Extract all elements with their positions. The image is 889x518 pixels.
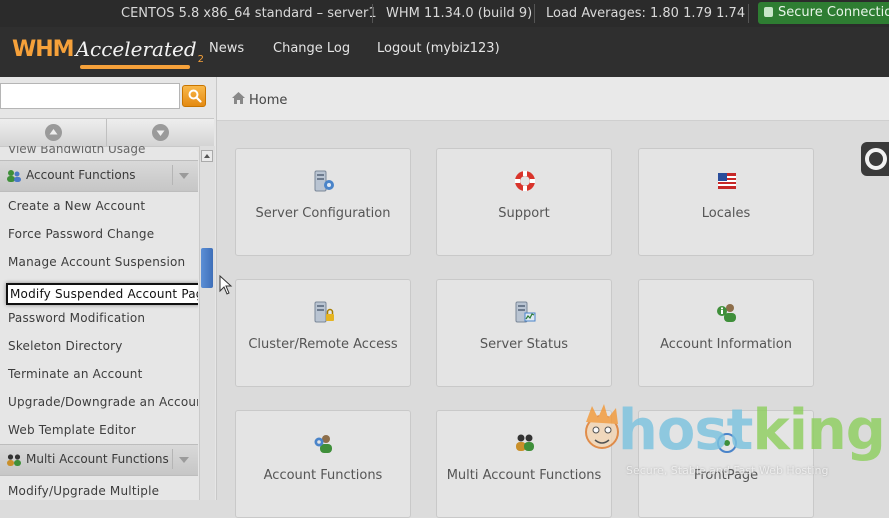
collapse-icon[interactable] bbox=[172, 165, 193, 185]
tile-account-information[interactable]: Account Information bbox=[638, 279, 814, 387]
sidebar-item-web-template-editor[interactable]: Web Template Editor bbox=[8, 423, 136, 437]
scroll-up-button[interactable] bbox=[0, 119, 106, 146]
sidebar-item-upgrade-downgrade[interactable]: Upgrade/Downgrade an Account bbox=[8, 395, 198, 409]
main-content: Home Server Configuration Support Locale… bbox=[217, 77, 889, 518]
server-lock-icon bbox=[314, 301, 334, 323]
tile-multi-account-functions[interactable]: Multi Account Functions bbox=[436, 410, 612, 518]
tile-server-status[interactable]: Server Status bbox=[436, 279, 612, 387]
user-gear-icon bbox=[314, 435, 332, 453]
group-multi-account-functions[interactable]: Multi Account Functions bbox=[0, 444, 198, 476]
users-icon bbox=[516, 434, 534, 451]
whm-logo[interactable]: WHM Accelerated2 bbox=[12, 37, 205, 69]
nav-news-link[interactable]: News bbox=[209, 41, 244, 56]
tile-server-configuration[interactable]: Server Configuration bbox=[235, 148, 411, 256]
sidebar-item-modify-upgrade-multiple[interactable]: Modify/Upgrade Multiple bbox=[8, 484, 159, 498]
sidebar-item-skeleton-directory[interactable]: Skeleton Directory bbox=[8, 339, 123, 353]
group-label: Account Functions bbox=[26, 168, 136, 182]
nav-logout-link[interactable]: Logout (mybiz123) bbox=[377, 41, 500, 56]
lock-icon bbox=[764, 7, 773, 17]
tile-account-functions[interactable]: Account Functions bbox=[235, 410, 411, 518]
scroll-down-button[interactable] bbox=[106, 119, 213, 146]
server-config-icon bbox=[314, 170, 334, 192]
scrollbar-up-arrow[interactable] bbox=[201, 150, 213, 162]
tile-label: Server Configuration bbox=[255, 206, 391, 221]
sidebar-scrollbar[interactable] bbox=[199, 146, 215, 500]
sidebar: View Bandwidth Usage Account Functions C… bbox=[0, 77, 217, 500]
tile-cluster-remote-access[interactable]: Cluster/Remote Access bbox=[235, 279, 411, 387]
sidebar-item-manage-suspension[interactable]: Manage Account Suspension bbox=[8, 255, 185, 269]
tile-locales[interactable]: Locales bbox=[638, 148, 814, 256]
sidebar-item-bandwidth[interactable]: View Bandwidth Usage bbox=[8, 146, 145, 156]
chevron-down-icon bbox=[152, 124, 169, 141]
status-bar: CENTOS 5.8 x86_64 standard – server1 WHM… bbox=[0, 0, 889, 27]
help-tab[interactable] bbox=[861, 142, 889, 176]
load-averages: Load Averages: 1.80 1.79 1.74 bbox=[546, 6, 746, 21]
logo-main: WHM bbox=[12, 37, 75, 62]
frontpage-icon bbox=[717, 433, 737, 453]
divider bbox=[534, 4, 535, 23]
mouse-cursor-icon bbox=[219, 275, 233, 295]
sidebar-item-password-modification[interactable]: Password Modification bbox=[8, 311, 145, 325]
search-icon bbox=[188, 89, 202, 103]
sidebar-menu: View Bandwidth Usage Account Functions C… bbox=[0, 146, 198, 500]
header: WHM Accelerated2 News Change Log Logout (… bbox=[0, 27, 889, 77]
tile-label: Locales bbox=[701, 206, 751, 221]
users-group-icon bbox=[7, 170, 21, 182]
sidebar-search bbox=[0, 83, 207, 111]
user-info-icon bbox=[717, 304, 736, 322]
sidebar-item-force-password[interactable]: Force Password Change bbox=[8, 227, 154, 241]
tile-label: Account Information bbox=[660, 337, 792, 352]
collapse-icon[interactable] bbox=[172, 449, 193, 469]
tile-label: Cluster/Remote Access bbox=[248, 337, 398, 352]
server-status-icon bbox=[515, 301, 536, 323]
whm-version: WHM 11.34.0 (build 9) bbox=[386, 6, 533, 21]
logo-swoosh bbox=[80, 65, 190, 69]
secure-connection-badge: Secure Connection bbox=[758, 2, 889, 24]
flag-icon bbox=[718, 173, 736, 189]
tile-label: Account Functions bbox=[263, 468, 383, 483]
server-info: CENTOS 5.8 x86_64 standard – server1 bbox=[121, 6, 377, 21]
sidebar-item-modify-suspended-page[interactable]: Modify Suspended Account Page bbox=[6, 283, 198, 305]
chevron-up-icon bbox=[45, 124, 62, 141]
tile-frontpage[interactable]: FrontPage bbox=[638, 410, 814, 518]
secure-connection-label: Secure Connection bbox=[778, 5, 889, 20]
group-label: Multi Account Functions bbox=[26, 452, 169, 466]
users-icon bbox=[7, 454, 21, 466]
lifebuoy-icon bbox=[515, 171, 535, 191]
search-input[interactable] bbox=[0, 83, 180, 109]
divider bbox=[748, 4, 749, 23]
nav-changelog-link[interactable]: Change Log bbox=[273, 41, 350, 56]
tile-label: Multi Account Functions bbox=[446, 468, 602, 483]
divider bbox=[372, 4, 373, 23]
tile-support[interactable]: Support bbox=[436, 148, 612, 256]
breadcrumb-home[interactable]: Home bbox=[249, 93, 287, 108]
scrollbar-thumb[interactable] bbox=[201, 248, 213, 288]
tile-label: Support bbox=[498, 206, 550, 221]
sidebar-item-terminate-account[interactable]: Terminate an Account bbox=[8, 367, 143, 381]
sidebar-scroll-controls bbox=[0, 118, 214, 147]
breadcrumb: Home bbox=[217, 77, 889, 121]
tile-label: Server Status bbox=[479, 337, 569, 352]
logo-sub: Accelerated bbox=[75, 37, 197, 61]
tile-label: FrontPage bbox=[693, 468, 759, 483]
home-icon[interactable] bbox=[232, 92, 245, 104]
logo-sup: 2 bbox=[197, 54, 205, 65]
sidebar-item-create-account[interactable]: Create a New Account bbox=[8, 199, 145, 213]
group-account-functions[interactable]: Account Functions bbox=[0, 160, 198, 192]
search-button[interactable] bbox=[182, 85, 206, 107]
lifebuoy-icon bbox=[865, 148, 887, 170]
